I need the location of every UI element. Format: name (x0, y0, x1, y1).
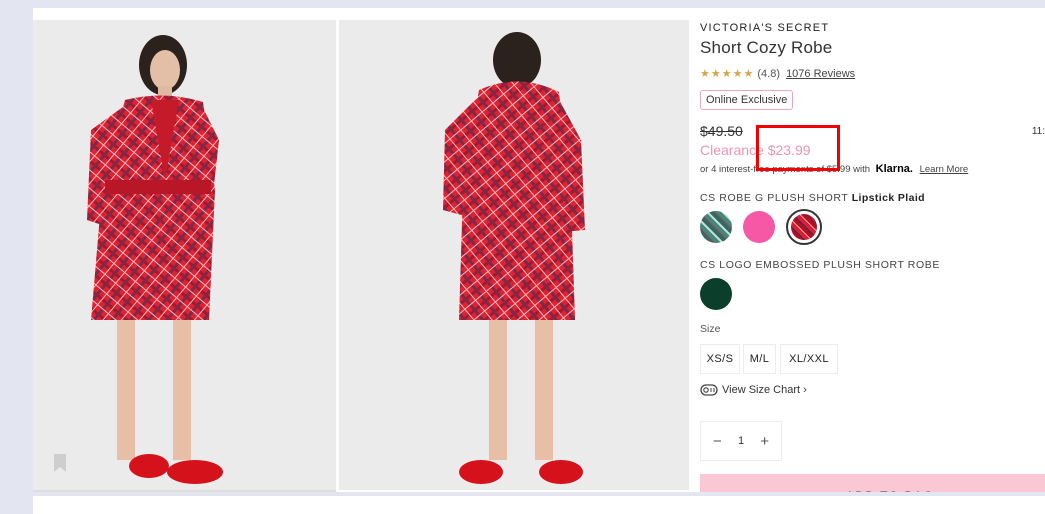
product-page: VICTORIA'S SECRET Short Cozy Robe ★★★★★ … (33, 8, 1045, 492)
size-option-xl-xxl[interactable]: XL/XXL (780, 344, 838, 374)
quantity-value: 1 (737, 435, 745, 447)
size-option-m-l[interactable]: M/L (743, 344, 776, 374)
quantity-minus-button[interactable]: − (713, 433, 722, 450)
color-group-1-label: CS ROBE G PLUSH SHORT Lipstick Plaid (700, 192, 925, 204)
swatch-pink[interactable] (743, 211, 775, 243)
swatch-dark-green[interactable] (700, 278, 732, 310)
size-option-xs-s[interactable]: XS/S (700, 344, 740, 374)
add-to-bag-button[interactable]: ADD TO BAG (700, 474, 1045, 492)
swatch-lipstick-plaid-selected[interactable] (786, 209, 822, 245)
size-chart-text: View Size Chart › (722, 384, 807, 396)
product-photo-front[interactable] (33, 20, 336, 490)
star-rating-icon: ★★★★★ (700, 68, 755, 80)
partial-text: 11: (1031, 126, 1045, 137)
size-label: Size (700, 323, 721, 335)
color-group-2-label: CS LOGO EMBOSSED PLUSH SHORT ROBE (700, 259, 940, 271)
rating-row: ★★★★★ (4.8) 1076 Reviews (700, 67, 855, 80)
product-info-panel: VICTORIA'S SECRET Short Cozy Robe ★★★★★ … (700, 8, 1045, 492)
original-price: $49.50 (700, 123, 743, 139)
robe-front-image (87, 35, 223, 484)
price-highlight-box (756, 125, 840, 171)
view-size-chart-link[interactable]: View Size Chart › (700, 384, 807, 396)
swatch-teal-plaid[interactable] (700, 211, 732, 243)
bookmark-icon[interactable] (45, 448, 75, 478)
learn-more-link[interactable]: Learn More (920, 164, 969, 175)
selected-color-name: Lipstick Plaid (851, 192, 925, 204)
rating-value: (4.8) (757, 68, 780, 80)
footer-strip (33, 496, 1045, 514)
thumbnail-strip[interactable] (33, 490, 336, 492)
product-title: Short Cozy Robe (700, 38, 833, 57)
robe-back-image (443, 32, 585, 484)
quantity-plus-button[interactable]: + (760, 433, 769, 450)
reviews-link[interactable]: 1076 Reviews (786, 68, 855, 80)
swatch-lipstick-plaid-fill (791, 214, 817, 240)
online-exclusive-badge: Online Exclusive (700, 90, 794, 110)
brand-name: VICTORIA'S SECRET (700, 22, 830, 34)
klarna-logo: Klarna. (875, 163, 913, 175)
quantity-stepper: − 1 + (700, 421, 782, 461)
measuring-tape-icon (700, 384, 718, 396)
product-photo-back[interactable] (339, 20, 689, 490)
color-group-1-name: CS ROBE G PLUSH SHORT (700, 192, 849, 204)
